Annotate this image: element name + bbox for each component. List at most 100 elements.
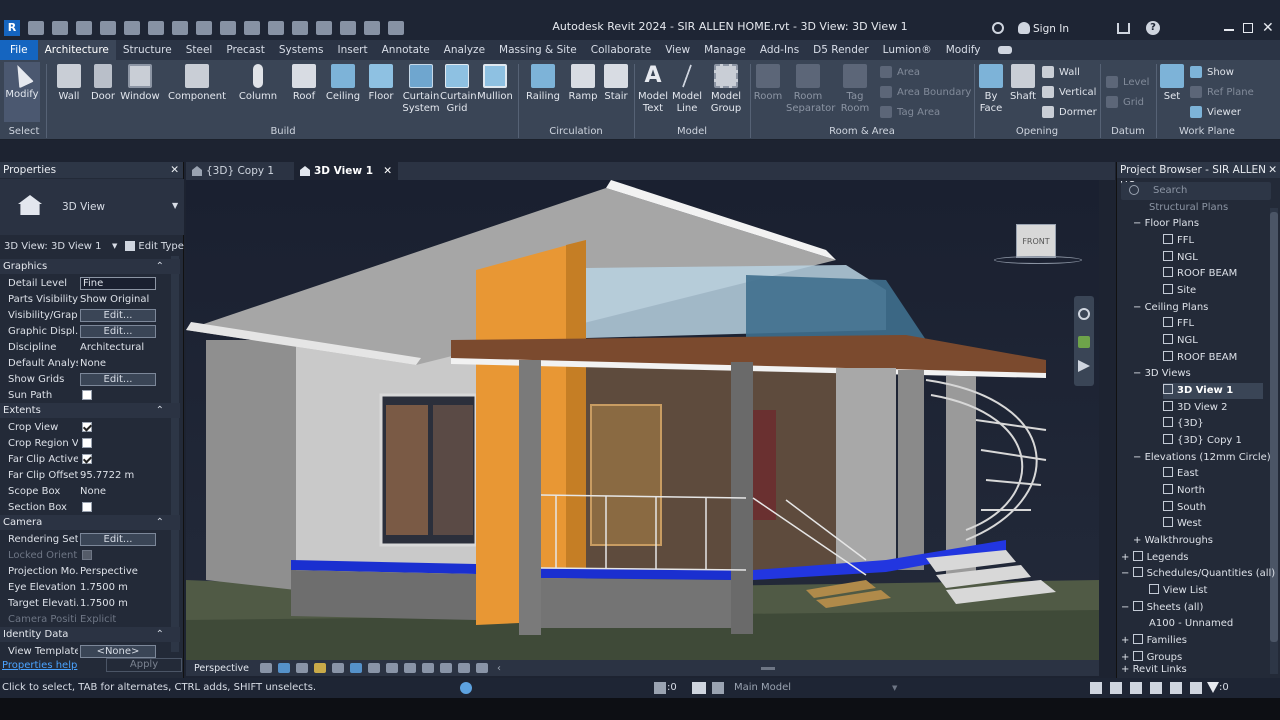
analytical-icon[interactable] [458,663,471,673]
close-browser-icon[interactable]: ✕ [1268,162,1277,178]
tab-precast[interactable]: Precast [219,40,272,60]
select-dropdown[interactable]: Select [4,126,44,137]
prop-value[interactable]: None [80,358,106,369]
tree-elevations[interactable]: − Elevations (12mm Circle) [1133,450,1271,466]
floor-button[interactable]: Floor [364,62,398,103]
tab-manage[interactable]: Manage [697,40,753,60]
by-face-button[interactable]: By Face [976,62,1006,115]
highlight-icon[interactable] [476,663,489,673]
prop-value[interactable]: 1.7500 m [80,582,128,593]
prop-value[interactable]: Architectural [80,342,144,353]
rendering-edit-button[interactable]: Edit... [80,532,156,546]
detail-level-icon[interactable] [278,663,291,673]
tree-legends[interactable]: + Legends [1121,550,1189,566]
pan-icon[interactable] [1078,360,1090,372]
room-button[interactable]: Room [752,62,784,103]
viewcube-ring[interactable] [994,256,1082,264]
tab-file[interactable]: File [0,40,38,60]
viewport-hscroll[interactable] [761,666,776,670]
reveal-hidden-icon[interactable] [440,663,453,673]
category-camera[interactable]: Camera ⌃ [0,515,180,530]
room-separator-button[interactable]: Room Separator [786,62,835,115]
tree-3d-views[interactable]: − 3D Views [1133,366,1191,382]
component-button[interactable]: Component [166,62,228,103]
tab-collaborate[interactable]: Collaborate [584,40,658,60]
visibility-edit-button[interactable]: Edit... [80,308,156,322]
tree-floor-ffl[interactable]: FFL [1163,233,1194,249]
show-crop-icon[interactable] [386,663,399,673]
restore-icon[interactable] [1243,23,1253,33]
area-boundary-button[interactable]: Area Boundary [880,86,971,98]
tree-3d-view-2[interactable]: 3D View 2 [1163,400,1228,416]
prop-value[interactable]: 95.7722 m [80,470,134,481]
tree-3d-view-1[interactable]: 3D View 1 [1163,383,1263,399]
wall-opening-button[interactable]: Wall [1042,66,1080,78]
tree-view-list[interactable]: View List [1149,583,1207,599]
category-graphics[interactable]: Graphics ⌃ [0,259,180,274]
properties-help-link[interactable]: Properties help [0,660,77,671]
mullion-button[interactable]: Mullion [476,62,514,103]
show-grids-edit-button[interactable]: Edit... [80,372,156,386]
minimize-icon[interactable] [1224,29,1234,31]
3d-viewport[interactable]: FRONT [186,180,1099,660]
tree-elev-west[interactable]: West [1163,516,1202,532]
ramp-button[interactable]: Ramp [566,62,600,103]
tab-systems[interactable]: Systems [272,40,331,60]
detail-level-field[interactable]: Fine [80,276,156,290]
tree-floor-roof-beam[interactable]: ROOF BEAM [1163,266,1237,282]
tab-analyze[interactable]: Analyze [437,40,492,60]
tree-schedules[interactable]: − Schedules/Quantities (all) [1121,566,1275,582]
column-button[interactable]: Column [236,62,280,103]
temporary-hide-icon[interactable] [422,663,435,673]
tab-add-ins[interactable]: Add-Ins [753,40,806,60]
projection-mode-label[interactable]: Perspective [186,663,257,674]
browser-search[interactable]: Search [1121,182,1271,200]
select-links-icon[interactable] [1090,682,1102,694]
tree-structural-plans[interactable]: Structural Plans [1149,200,1228,216]
tree-sheets[interactable]: − Sheets (all) [1121,600,1203,616]
select-by-face-icon[interactable] [1150,682,1162,694]
help-icon[interactable]: ? [1146,21,1160,35]
tree-walkthroughs[interactable]: + Walkthroughs [1133,533,1213,549]
design-option-icon[interactable] [712,682,724,694]
prop-value[interactable]: 1.7500 m [80,598,128,609]
curtain-system-button[interactable]: Curtain System [402,62,440,115]
steering-wheel-icon[interactable] [1078,308,1090,320]
tab-steel[interactable]: Steel [179,40,220,60]
tree-ceiling-plans[interactable]: − Ceiling Plans [1133,300,1208,316]
tab-view[interactable]: View [658,40,697,60]
graphic-display-edit-button[interactable]: Edit... [80,324,156,338]
tag-room-button[interactable]: Tag Room [836,62,874,115]
locked-orientation-checkbox[interactable] [82,550,92,560]
crop-region-checkbox[interactable] [82,438,92,448]
tree-3d-copy-1[interactable]: {3D} Copy 1 [1163,433,1242,449]
close-window-icon[interactable]: ✕ [1262,20,1274,36]
tab-massing-site[interactable]: Massing & Site [492,40,584,60]
model-group-button[interactable]: Model Group [706,62,746,115]
shaft-button[interactable]: Shaft [1008,62,1038,103]
viewcube[interactable]: FRONT [1016,224,1056,258]
tree-ceiling-roof-beam[interactable]: ROOF BEAM [1163,350,1237,366]
model-line-button[interactable]: Model Line [670,62,704,115]
railing-button[interactable]: Railing [524,62,562,103]
main-model-dropdown[interactable]: Main Model [734,678,791,698]
lock-3d-icon[interactable] [404,663,417,673]
render-icon[interactable] [350,663,363,673]
crop-view-checkbox[interactable] [82,422,92,432]
far-clip-checkbox[interactable] [82,454,92,464]
tab-annotate[interactable]: Annotate [375,40,437,60]
filter-icon[interactable] [1207,682,1219,693]
tree-groups[interactable]: + Groups [1121,650,1182,666]
scale-icon[interactable] [260,663,273,673]
modify-button[interactable]: Modify [4,61,40,122]
sign-in-link[interactable]: Sign In [1033,23,1069,35]
design-options-icon[interactable] [692,682,706,694]
viewer-button[interactable]: Viewer [1190,106,1241,118]
tab-3d-copy-1[interactable]: {3D} Copy 1 [186,162,292,180]
properties-scrollbar[interactable] [171,256,179,652]
curtain-grid-button[interactable]: Curtain Grid [440,62,477,115]
tab-d5-render[interactable]: D5 Render [806,40,875,60]
background-process-icon[interactable] [1190,682,1202,694]
tree-sheet-a100[interactable]: A100 - Unnamed [1149,616,1233,632]
prop-value[interactable]: None [80,486,106,497]
